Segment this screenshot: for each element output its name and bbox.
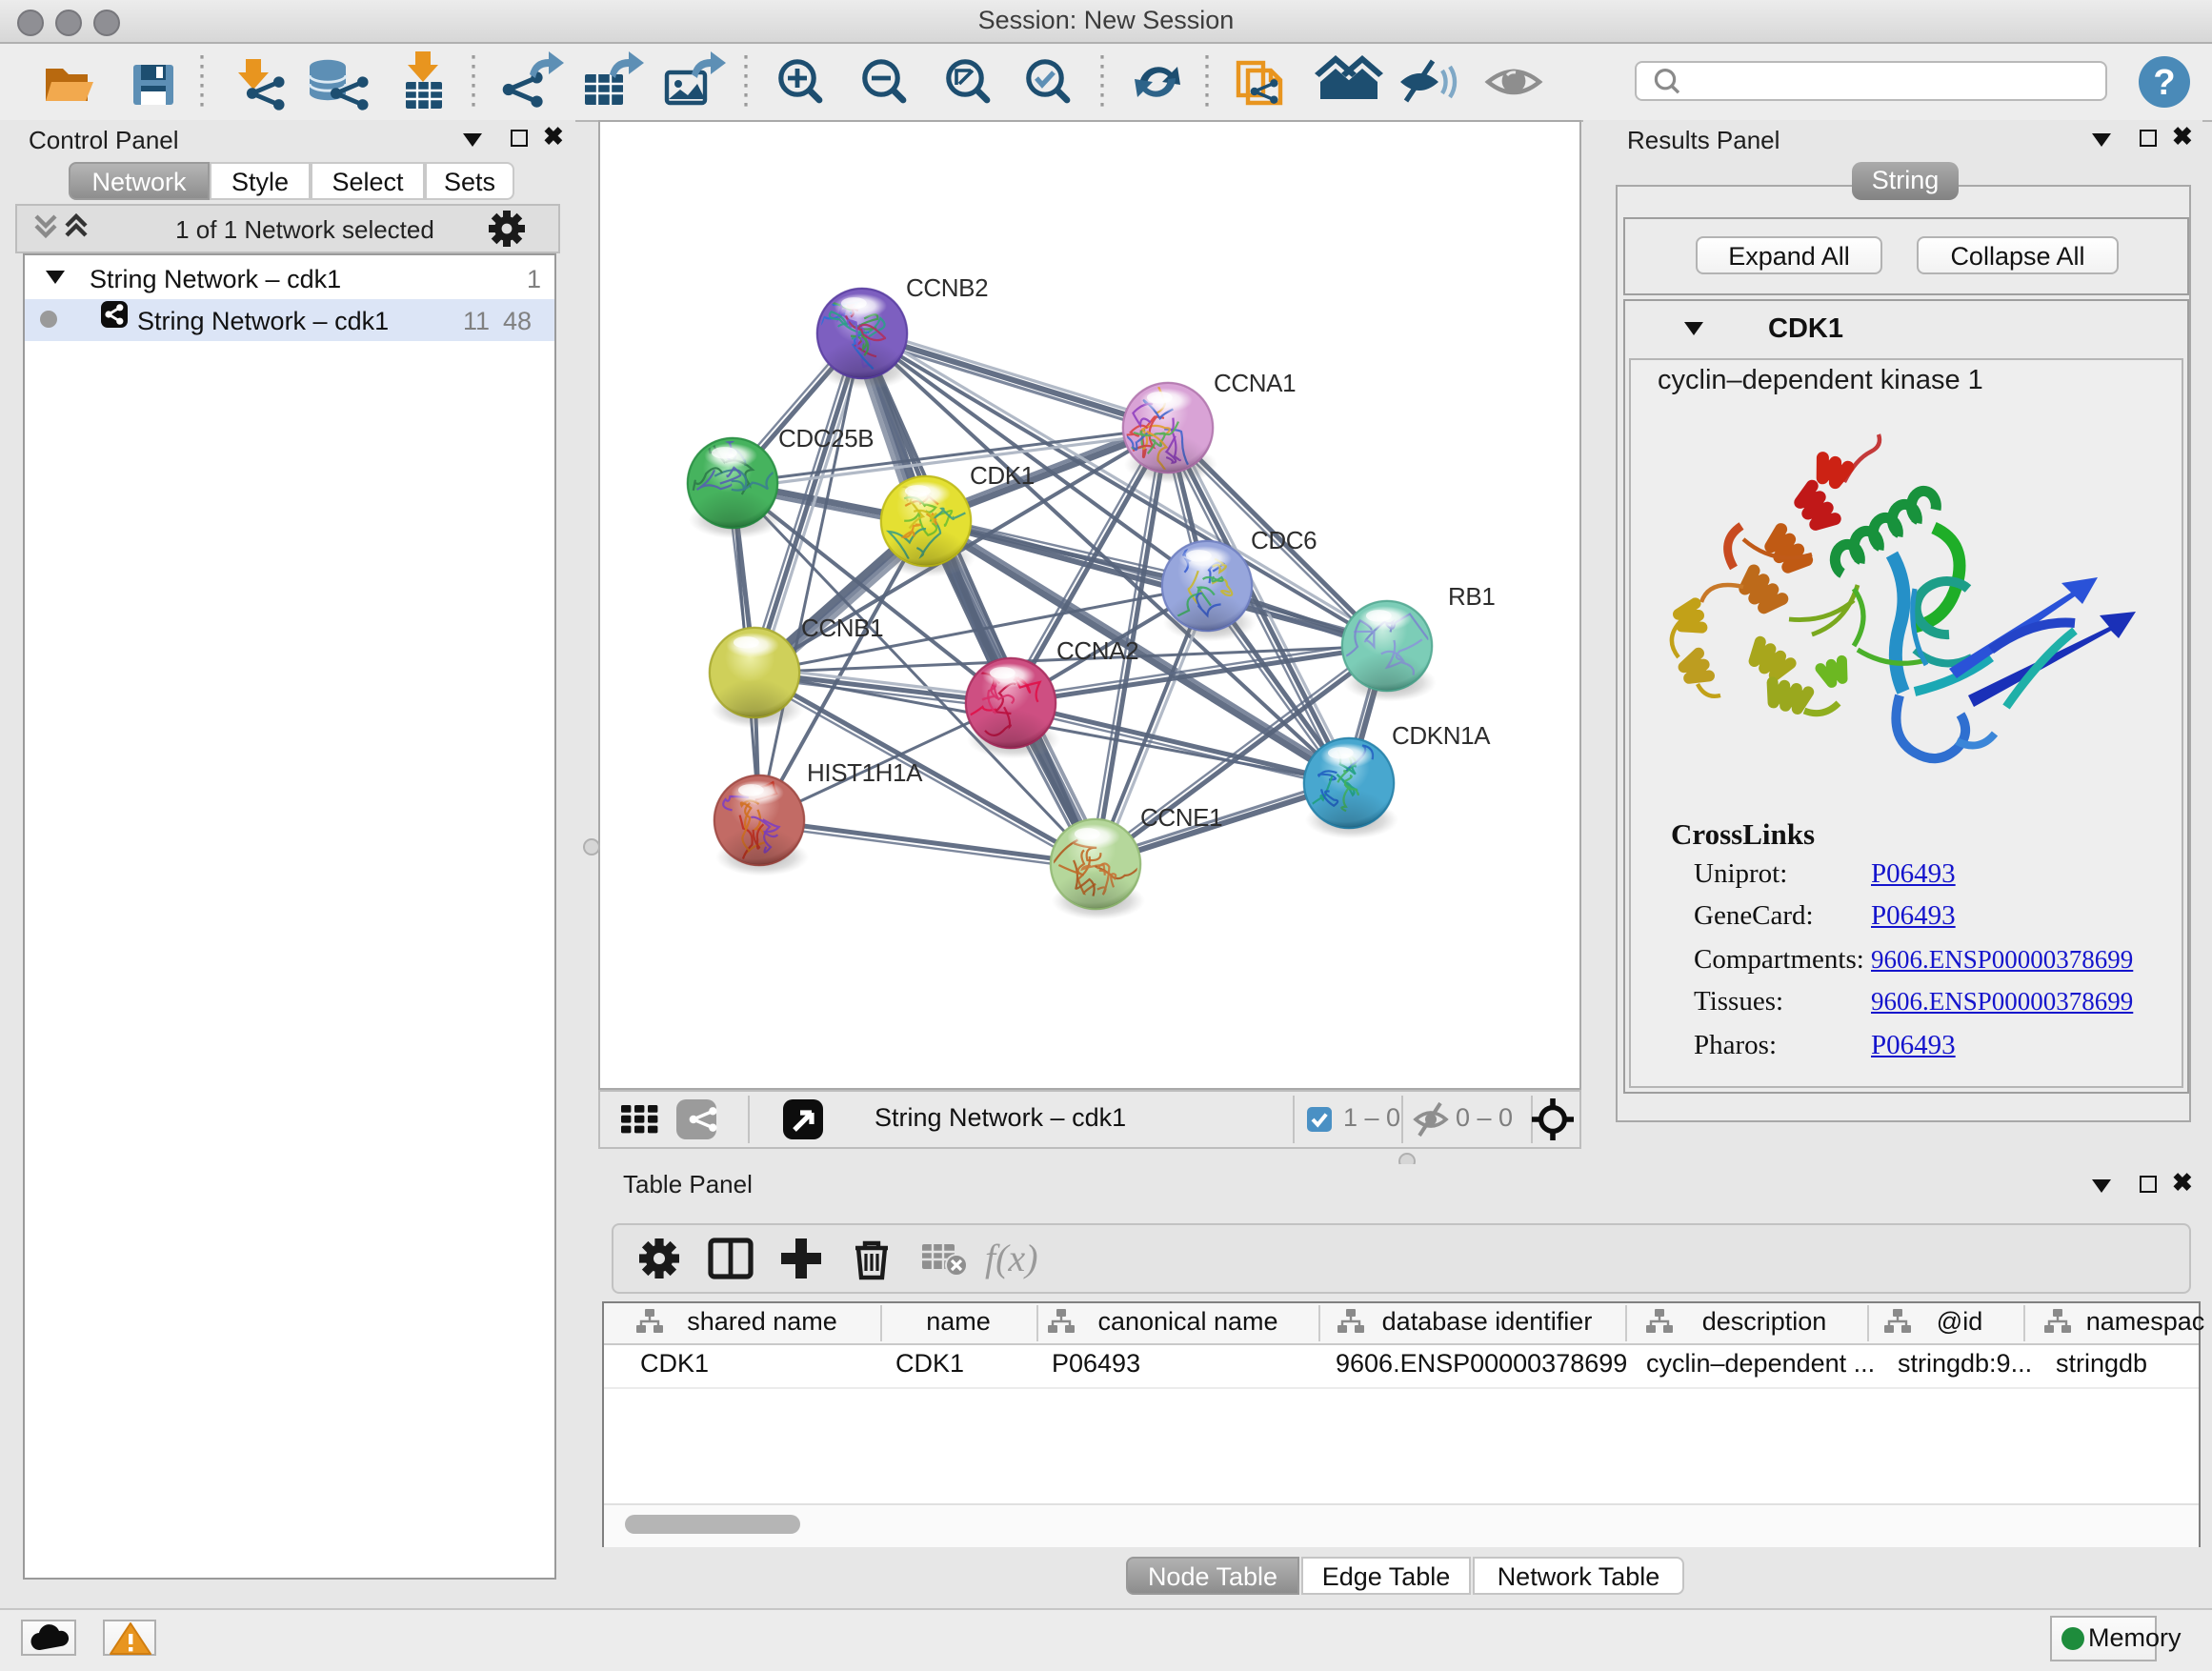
svg-text:HIST1H1A: HIST1H1A — [807, 758, 923, 787]
svg-text:CDKN1A: CDKN1A — [1392, 721, 1491, 750]
svg-text:CCNA2: CCNA2 — [1056, 636, 1138, 665]
svg-text:CCNA1: CCNA1 — [1214, 369, 1296, 397]
svg-text:RB1: RB1 — [1448, 582, 1495, 611]
svg-text:f(x): f(x) — [985, 1237, 1038, 1279]
svg-text:CDK1: CDK1 — [970, 461, 1035, 490]
svg-text:CDC25B: CDC25B — [778, 424, 874, 453]
svg-text:CCNB2: CCNB2 — [906, 273, 988, 302]
svg-text:CCNE1: CCNE1 — [1140, 803, 1222, 832]
svg-text:CDC6: CDC6 — [1251, 526, 1317, 554]
svg-text:CCNB1: CCNB1 — [801, 614, 883, 642]
svg-text:?: ? — [2153, 63, 2175, 103]
